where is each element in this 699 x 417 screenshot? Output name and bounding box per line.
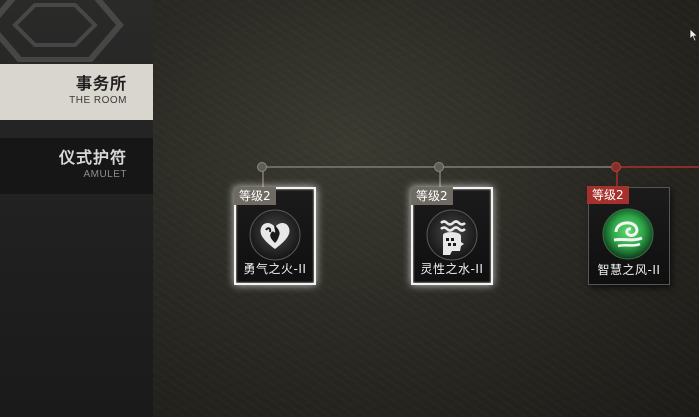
amulet-name: 灵性之水-II [420, 262, 484, 276]
level-badge: 等级2 [234, 187, 276, 205]
connector-wire-active [617, 166, 699, 168]
level-badge: 等级2 [411, 187, 453, 205]
sidebar-item-the-room[interactable]: 事务所 THE ROOM [0, 64, 153, 120]
sidebar-item-label: 事务所 [75, 74, 127, 93]
amulet-name: 智慧之风-II [597, 263, 661, 277]
sidebar-item-sublabel: THE ROOM [69, 95, 127, 106]
amulet-card-spirit-water[interactable]: 等级2 灵性之水-II [411, 187, 493, 285]
amulet-name: 勇气之火-II [243, 262, 307, 276]
wind-swirl-icon [602, 208, 654, 260]
connector-node [434, 162, 444, 172]
sidebar: 事务所 THE ROOM 仪式护符 AMULET [0, 0, 153, 417]
level-badge: 等级2 [587, 186, 629, 204]
amulet-card-courage-fire[interactable]: 等级2 勇气之火-II [234, 187, 316, 285]
connector-node-active [611, 162, 621, 172]
mouse-cursor-icon [689, 27, 699, 46]
logo-emblem-icon [0, 0, 153, 62]
sidebar-item-label: 仪式护符 [58, 148, 127, 167]
heart-flame-icon [249, 209, 301, 261]
connector-node [257, 162, 267, 172]
amulet-card-wisdom-wind[interactable]: 等级2 智慧之风-II [587, 186, 670, 285]
water-head-icon [426, 209, 478, 261]
game-screen: 事务所 THE ROOM 仪式护符 AMULET 等级2 勇气之火-II 等级2… [0, 0, 699, 417]
sidebar-item-sublabel: AMULET [83, 169, 127, 180]
sidebar-item-amulet[interactable]: 仪式护符 AMULET [0, 138, 153, 194]
